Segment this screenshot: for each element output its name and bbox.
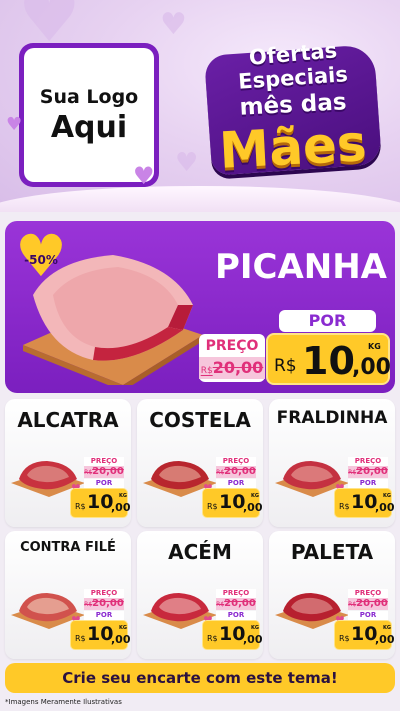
price-unit: KG — [119, 625, 127, 631]
product-name: FRALDINHA — [276, 408, 388, 428]
featured-old-price: R$20,00 — [199, 357, 265, 379]
old-price-value: 20,00 — [224, 598, 256, 609]
product-card[interactable]: FRALDINHA♥PREÇOR$20,00PORR$10KG,00 — [269, 399, 395, 527]
old-price: R$20,00 — [216, 598, 256, 610]
old-price-currency: R$ — [84, 601, 93, 608]
old-price: R$20,00 — [348, 466, 388, 478]
price-currency: R$ — [339, 502, 350, 511]
header-banner: ♥ ♥ ♥ ♥ Sua Logo Aqui ♥ ♥ Ofertas Especi… — [0, 0, 400, 212]
featured-product-name: PICANHA — [214, 247, 387, 287]
old-price-currency: R$ — [84, 469, 93, 476]
price-tag: R$ 10 KG ,00 — [70, 488, 131, 518]
product-card[interactable]: PALETA♥PREÇOR$20,00PORR$10KG,00 — [269, 531, 395, 659]
por-label: POR — [216, 479, 256, 488]
discount-heart-badge: ♥ -50% — [15, 227, 67, 285]
old-price-value: 20,00 — [224, 466, 256, 477]
preco-label: PREÇO — [348, 589, 388, 598]
featured-old-price-box: PREÇO R$20,00 — [199, 334, 265, 382]
cta-button[interactable]: Crie seu encarte com este tema! — [5, 663, 395, 693]
logo-text-line1: Sua Logo — [39, 85, 139, 108]
title-line-4: Mães — [217, 114, 368, 180]
price-unit: KG — [119, 493, 127, 499]
por-label: POR — [216, 611, 256, 620]
product-card[interactable]: COSTELA♥PREÇOR$20,00PORR$10KG,00 — [137, 399, 263, 527]
old-price-currency: R$ — [216, 601, 225, 608]
price-decimal: ,00 — [111, 633, 131, 646]
price-unit: KG — [383, 625, 391, 631]
old-price: R$20,00 — [84, 466, 124, 478]
price-tag: R$ 10 KG ,00 — [334, 620, 395, 650]
price-integer: 10 — [351, 491, 378, 513]
old-price-currency: R$ — [200, 366, 213, 376]
price-currency: R$ — [75, 634, 86, 643]
price-decimal: ,00 — [243, 501, 263, 514]
por-label: POR — [348, 479, 388, 488]
price-decimal: ,00 — [243, 633, 263, 646]
price-unit: KG — [251, 625, 259, 631]
old-price-value: 20,00 — [92, 466, 124, 477]
price-tag: R$ 10 KG ,00 — [70, 620, 131, 650]
heart-icon: ♥ — [133, 162, 155, 190]
preco-label: PREÇO — [216, 589, 256, 598]
old-price-value: 20,00 — [356, 598, 388, 609]
price-integer: 10 — [219, 623, 246, 645]
preco-label: PREÇO — [84, 457, 124, 466]
product-card[interactable]: CONTRA FILÉ♥PREÇOR$20,00PORR$10KG,00 — [5, 531, 131, 659]
product-card[interactable]: ACÉM♥PREÇOR$20,00PORR$10KG,00 — [137, 531, 263, 659]
heart-icon: ♥ — [175, 148, 199, 178]
price-integer: 10 — [219, 491, 246, 513]
price-currency: R$ — [339, 634, 350, 643]
price-integer: 10 — [302, 339, 355, 383]
price-currency: R$ — [75, 502, 86, 511]
preco-label: PREÇO — [84, 589, 124, 598]
heart-icon: ♥ — [6, 114, 23, 135]
price-currency: R$ — [274, 356, 297, 376]
old-price: R$20,00 — [84, 598, 124, 610]
price-currency: R$ — [207, 502, 218, 511]
preco-label: PREÇO — [216, 457, 256, 466]
logo-text-line2: Aqui — [50, 109, 128, 145]
price-integer: 10 — [87, 623, 114, 645]
price-integer: 10 — [87, 491, 114, 513]
disclaimer-text: *Imagens Meramente Ilustrativas — [5, 698, 122, 706]
old-price-value: 20,00 — [212, 358, 264, 377]
price-unit: KG — [368, 342, 381, 351]
featured-price-tag: R$ 10 KG ,00 — [266, 333, 391, 385]
product-card[interactable]: ALCATRA♥PREÇOR$20,00PORR$10KG,00 — [5, 399, 131, 527]
price-integer: 10 — [351, 623, 378, 645]
old-price-value: 20,00 — [356, 466, 388, 477]
product-name: PALETA — [290, 540, 374, 564]
price-unit: KG — [251, 493, 259, 499]
price-tag: R$ 10 KG ,00 — [202, 488, 263, 518]
preco-label: PREÇO — [348, 457, 388, 466]
product-name: ACÉM — [168, 540, 232, 564]
product-name: ALCATRA — [17, 408, 119, 432]
price-tag: R$ 10 KG ,00 — [202, 620, 263, 650]
product-name: CONTRA FILÉ — [20, 540, 116, 555]
featured-por-label: POR — [279, 310, 376, 332]
por-label: POR — [84, 479, 124, 488]
por-label: POR — [84, 611, 124, 620]
price-unit: KG — [383, 493, 391, 499]
old-price-value: 20,00 — [92, 598, 124, 609]
por-label: POR — [348, 611, 388, 620]
old-price: R$20,00 — [216, 466, 256, 478]
price-currency: R$ — [207, 634, 218, 643]
price-decimal: ,00 — [111, 501, 131, 514]
old-price-currency: R$ — [348, 601, 357, 608]
price-decimal: ,00 — [352, 355, 391, 380]
price-decimal: ,00 — [375, 633, 395, 646]
old-price-currency: R$ — [216, 469, 225, 476]
campaign-title: Ofertas Especiais mês das Mães — [204, 32, 382, 202]
discount-text: -50% — [24, 253, 58, 267]
product-name: COSTELA — [149, 408, 251, 432]
heart-icon: ♥ — [160, 7, 187, 42]
price-decimal: ,00 — [375, 501, 395, 514]
price-tag: R$ 10 KG ,00 — [334, 488, 395, 518]
old-price-currency: R$ — [348, 469, 357, 476]
featured-preco-label: PREÇO — [205, 338, 259, 354]
old-price: R$20,00 — [348, 598, 388, 610]
